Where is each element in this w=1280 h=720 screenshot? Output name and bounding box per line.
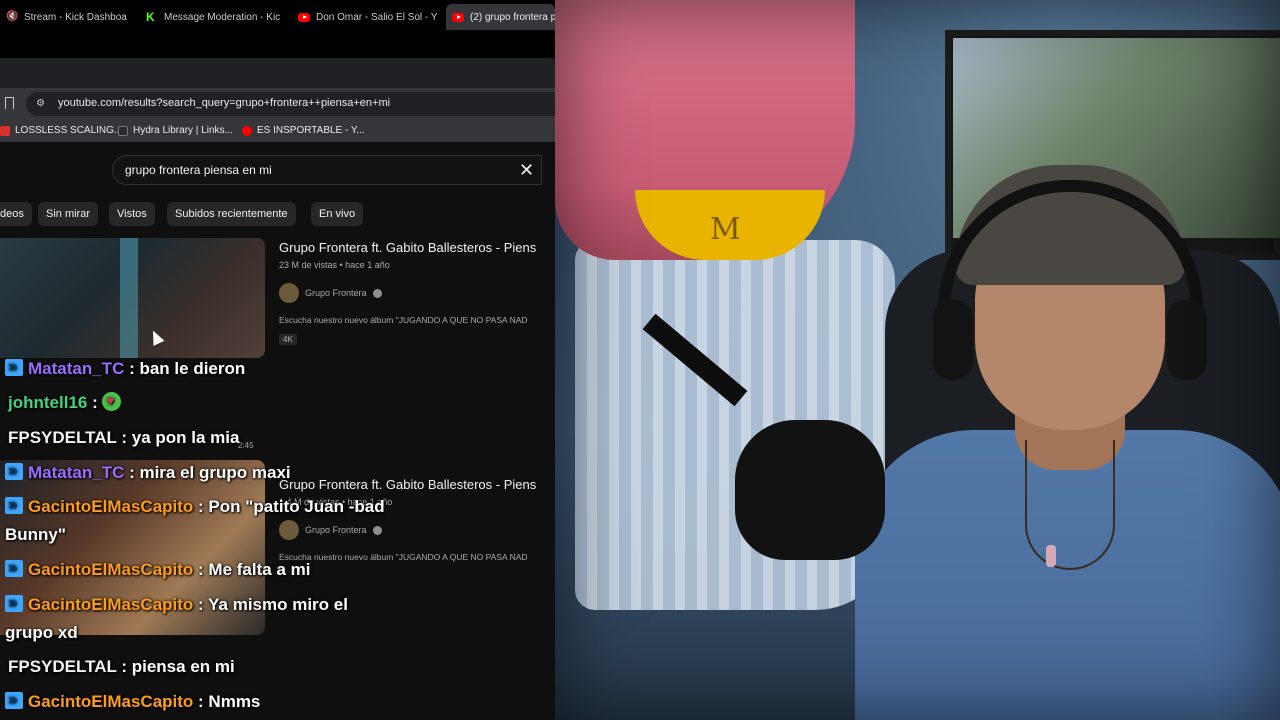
bookmark-icon[interactable] xyxy=(5,97,14,109)
chat-separator: : xyxy=(193,692,209,711)
vignette xyxy=(555,0,1280,720)
chat-username: johntell16 xyxy=(8,393,88,412)
chat-separator: : xyxy=(116,428,132,447)
video-description: Escucha nuestro nuevo álbum "JUGANDO A Q… xyxy=(279,315,528,325)
filter-chip-vistos[interactable]: Vistos xyxy=(109,202,155,226)
tab-bar xyxy=(0,58,555,88)
chat-separator: : xyxy=(124,463,140,482)
chat-username: GacintoElMasCapito xyxy=(28,497,194,516)
chat-message: FPSYDELTAL : ya pon la mia xyxy=(8,424,239,452)
quality-badge: 4K xyxy=(279,334,297,345)
video-title[interactable]: Grupo Frontera ft. Gabito Ballesteros - … xyxy=(279,477,536,492)
chat-username: GacintoElMasCapito xyxy=(28,560,194,579)
bookmark-label: ES INSPORTABLE - Y... xyxy=(257,125,365,136)
chat-username: GacintoElMasCapito xyxy=(28,692,194,711)
bookmark-hydra-library[interactable]: Hydra Library | Links... xyxy=(118,125,233,136)
youtube-icon xyxy=(452,12,464,22)
chat-text: Me falta a mi xyxy=(208,560,311,579)
chat-message: GacintoElMasCapito : Ya mismo miro el gr… xyxy=(5,589,385,647)
chat-text: ban le dieron xyxy=(139,359,246,378)
chat-message: GacintoElMasCapito : Me falta a mi xyxy=(5,554,311,584)
chat-text: ya pon la mia xyxy=(131,428,240,447)
chat-text: piensa en mi xyxy=(131,657,235,676)
chat-text: mira el grupo maxi xyxy=(139,463,291,482)
tab-don-omar[interactable]: Don Omar - Salio El Sol - Y xyxy=(292,4,437,30)
browser-capture: 🔇 Stream - Kick Dashboa K Message Modera… xyxy=(0,0,555,720)
youtube-icon xyxy=(298,12,310,22)
subscriber-badge-icon xyxy=(5,554,23,582)
video-duration: 2:45 xyxy=(238,441,254,450)
chat-message: GacintoElMasCapito : Pon "patito Juan -b… xyxy=(5,491,385,549)
chat-separator: : xyxy=(193,595,209,614)
subscriber-badge-icon xyxy=(5,457,23,485)
filter-chip-sin-mirar[interactable]: Sin mirar xyxy=(38,202,99,226)
filter-chip-en-vivo[interactable]: En vivo xyxy=(311,202,364,226)
chat-separator: : xyxy=(193,497,209,516)
tab-message-moderation[interactable]: K Message Moderation - Kic xyxy=(140,4,285,30)
chat-username: Matatan_TC xyxy=(28,463,125,482)
site-info-icon[interactable]: ⚙ xyxy=(36,98,45,109)
subscriber-badge-icon xyxy=(5,686,23,714)
video-title[interactable]: Grupo Frontera ft. Gabito Ballesteros - … xyxy=(279,240,536,255)
url-text[interactable]: youtube.com/results?search_query=grupo+f… xyxy=(58,97,390,109)
tab-label: (2) grupo frontera p xyxy=(470,11,555,23)
bookmark-favicon xyxy=(242,125,252,136)
tab-label: Stream - Kick Dashboa xyxy=(24,11,127,23)
bookmark-favicon xyxy=(0,125,10,136)
kick-icon: K xyxy=(146,10,155,24)
filter-chip-subidos-recientemente[interactable]: Subidos recientemente xyxy=(167,202,296,226)
search-input-value[interactable]: grupo frontera piensa en mi xyxy=(125,163,272,177)
bookmark-label: LOSSLESS SCALING... xyxy=(15,125,123,136)
chat-separator: : xyxy=(193,560,209,579)
chat-message: Matatan_TC : ban le dieron xyxy=(5,353,246,383)
subscriber-badge-icon xyxy=(5,491,23,519)
subscriber-badge-icon xyxy=(5,353,23,381)
tab-label: Message Moderation - Kic xyxy=(164,11,281,23)
channel-avatar[interactable] xyxy=(279,283,299,303)
chat-separator: : xyxy=(87,393,103,412)
heart-emote-icon xyxy=(102,387,122,415)
channel-name[interactable]: Grupo Frontera xyxy=(305,288,367,298)
chat-username: FPSYDELTAL xyxy=(8,428,117,447)
chat-separator: : xyxy=(116,657,132,676)
chat-username: FPSYDELTAL xyxy=(8,657,117,676)
chat-message: Matatan_TC : mira el grupo maxi xyxy=(5,457,291,487)
tab-kick-dashboard[interactable]: 🔇 Stream - Kick Dashboa xyxy=(0,4,140,30)
bookmark-label: Hydra Library | Links... xyxy=(133,125,233,136)
chat-message: GacintoElMasCapito : Nmms xyxy=(5,686,261,716)
chat-separator: : xyxy=(124,359,140,378)
verified-icon xyxy=(372,288,382,298)
video-thumbnail[interactable] xyxy=(0,238,265,358)
chat-username: Matatan_TC xyxy=(28,359,125,378)
bookmark-es-insportable[interactable]: ES INSPORTABLE - Y... xyxy=(242,125,365,136)
subscriber-badge-icon xyxy=(5,589,23,617)
chat-username: GacintoElMasCapito xyxy=(28,595,194,614)
mute-icon: 🔇 xyxy=(6,11,19,22)
video-meta: 23 M de vistas • hace 1 año xyxy=(279,260,390,270)
video-channel[interactable]: Grupo Frontera xyxy=(279,283,382,303)
bookmark-favicon xyxy=(118,125,128,136)
tab-grupo-frontera[interactable]: (2) grupo frontera p xyxy=(446,4,555,30)
bookmark-lossless-scaling[interactable]: LOSSLESS SCALING... xyxy=(0,125,122,136)
chat-message: FPSYDELTAL : piensa en mi xyxy=(8,653,235,681)
filter-chip-videos[interactable]: deos xyxy=(0,202,32,226)
chat-message: johntell16 : xyxy=(8,387,122,417)
tab-label: Don Omar - Salio El Sol - Y xyxy=(316,11,437,23)
webcam-feed: M xyxy=(555,0,1280,720)
chat-text: Nmms xyxy=(208,692,261,711)
clear-search-icon[interactable]: ✕ xyxy=(519,158,534,182)
video-description: Escucha nuestro nuevo álbum "JUGANDO A Q… xyxy=(279,552,528,562)
